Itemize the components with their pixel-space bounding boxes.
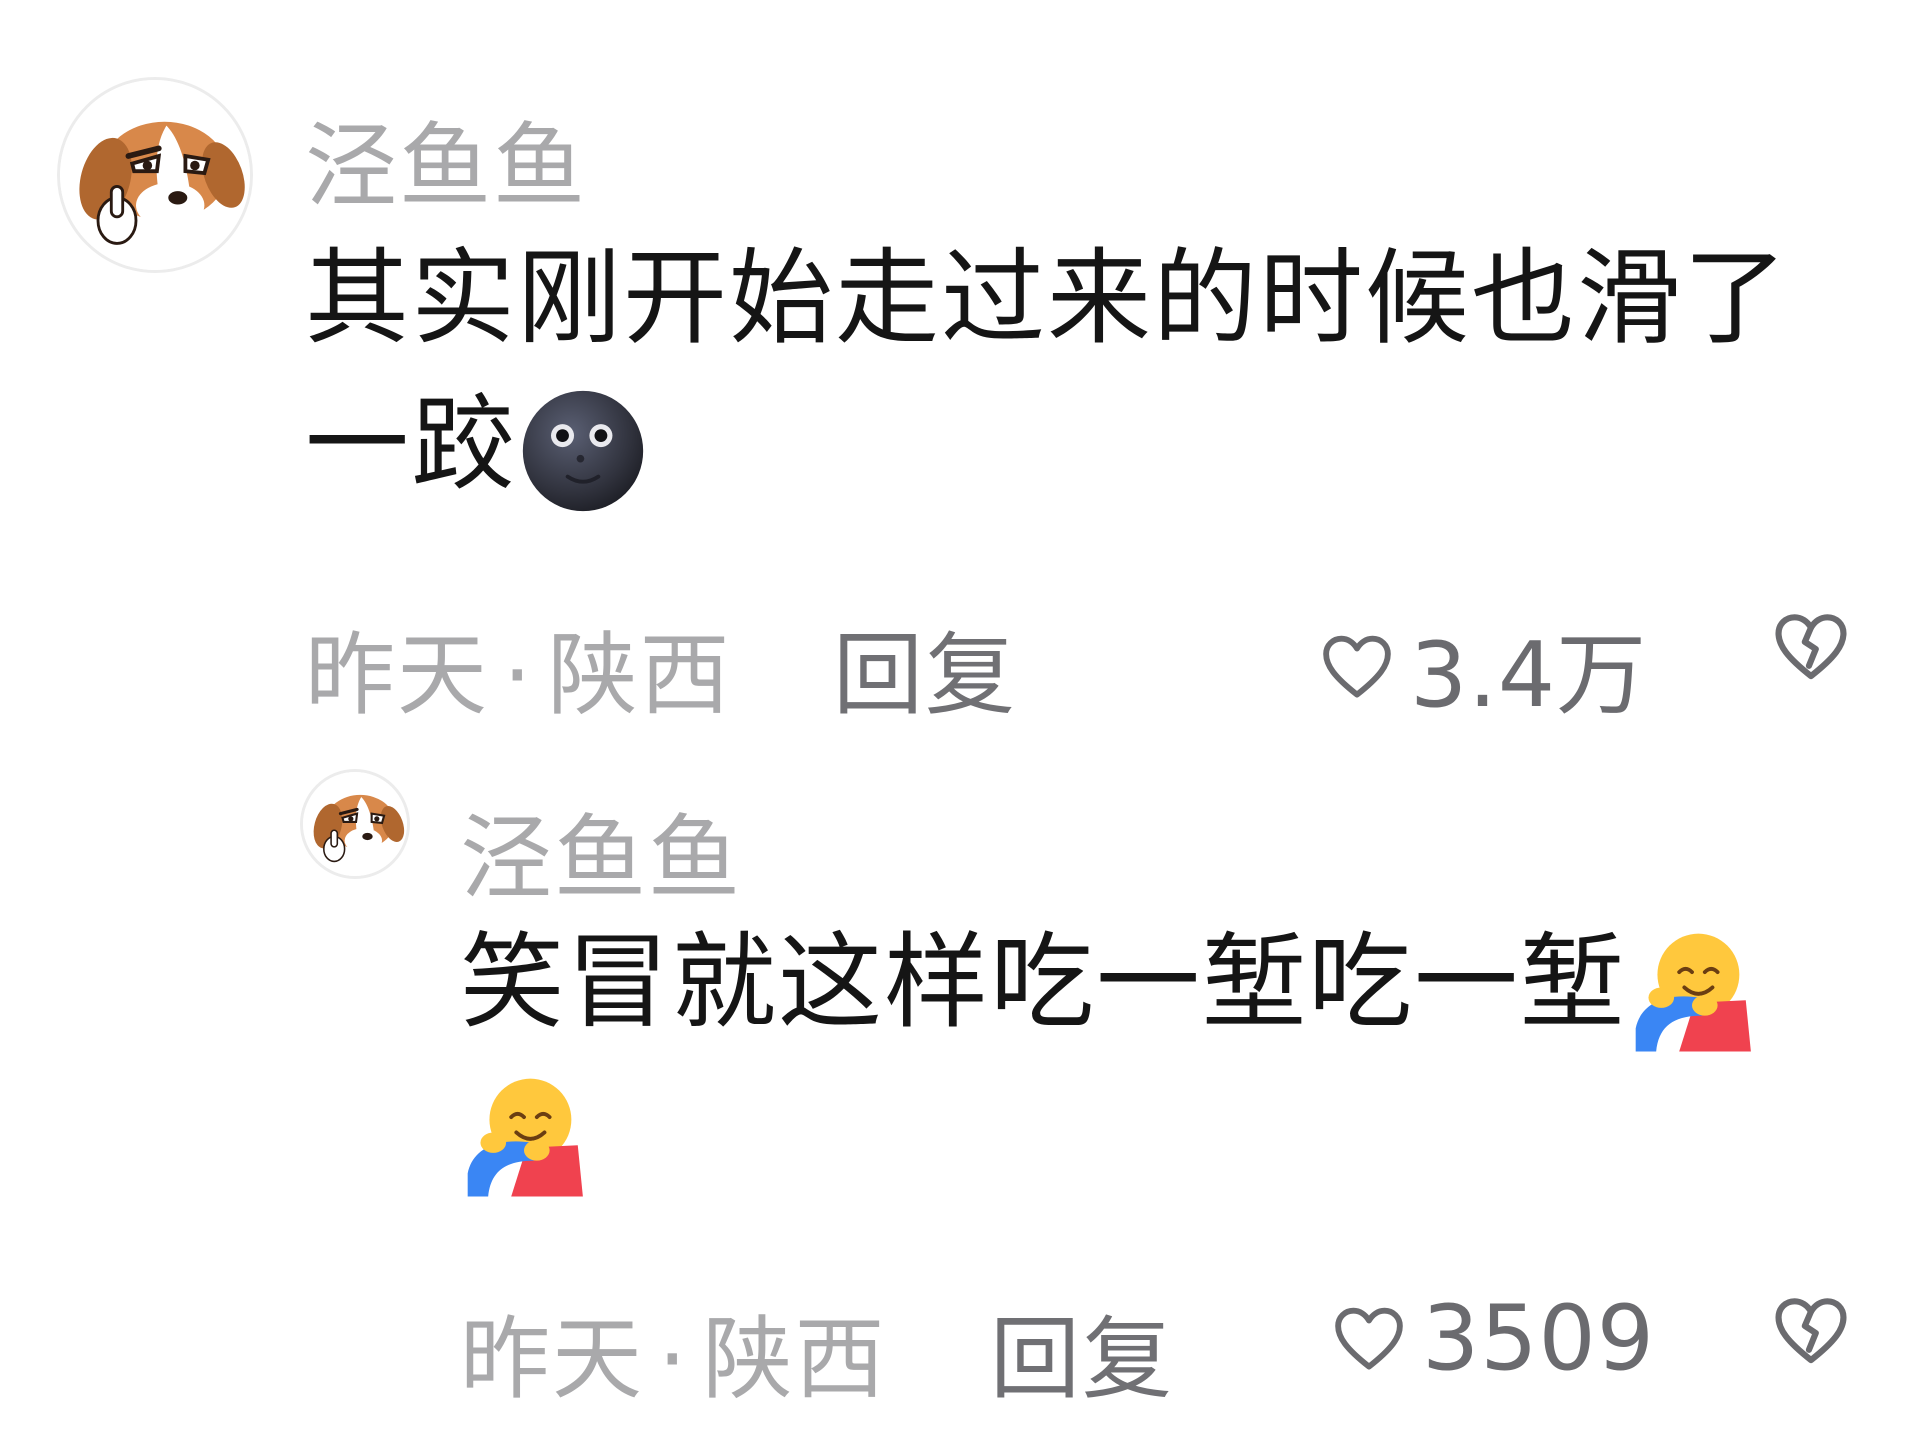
heart-icon — [1330, 1300, 1408, 1378]
comment-location: 陕西 — [702, 1307, 887, 1412]
dislike-button[interactable] — [1770, 1290, 1852, 1372]
new-moon-face-emoji-icon — [519, 387, 647, 515]
comment-text-content: 笑冒就这样吃一堑吃一堑 — [460, 921, 1627, 1043]
like-count: 3.4万 — [1410, 623, 1648, 728]
comment-location: 陕西 — [547, 623, 732, 728]
like-count: 3509 — [1422, 1286, 1656, 1391]
comment-meta: 昨天 · 陕西 — [460, 1286, 887, 1416]
comment-text: 其实刚开始走过来的时候也滑了一跤 — [305, 226, 1825, 517]
reply-button[interactable]: 回复 — [833, 602, 1017, 732]
broken-heart-icon — [1770, 1290, 1852, 1372]
hugging-face-emoji-icon — [460, 1071, 588, 1199]
comment-time: 昨天 — [305, 623, 489, 728]
meta-separator: · — [503, 623, 534, 728]
like-button[interactable]: 3509 — [1330, 1286, 1655, 1391]
comment-username[interactable]: 泾鱼鱼 — [305, 92, 587, 225]
comment-username[interactable]: 泾鱼鱼 — [460, 784, 742, 917]
beagle-dog-avatar-icon — [303, 772, 407, 876]
comment-text: 笑冒就这样吃一堑吃一堑 — [460, 910, 1860, 1201]
reply-button[interactable]: 回复 — [990, 1286, 1174, 1416]
hugging-face-emoji-icon — [1628, 926, 1756, 1054]
meta-separator: · — [658, 1307, 689, 1412]
beagle-dog-avatar-icon — [60, 80, 250, 270]
comment-meta: 昨天 · 陕西 — [305, 602, 732, 732]
heart-icon — [1318, 628, 1396, 706]
dislike-button[interactable] — [1770, 606, 1852, 688]
user-avatar[interactable] — [300, 769, 410, 879]
comment-time: 昨天 — [460, 1307, 644, 1412]
broken-heart-icon — [1770, 606, 1852, 688]
like-button[interactable]: 3.4万 — [1318, 602, 1647, 732]
user-avatar[interactable] — [57, 77, 253, 273]
